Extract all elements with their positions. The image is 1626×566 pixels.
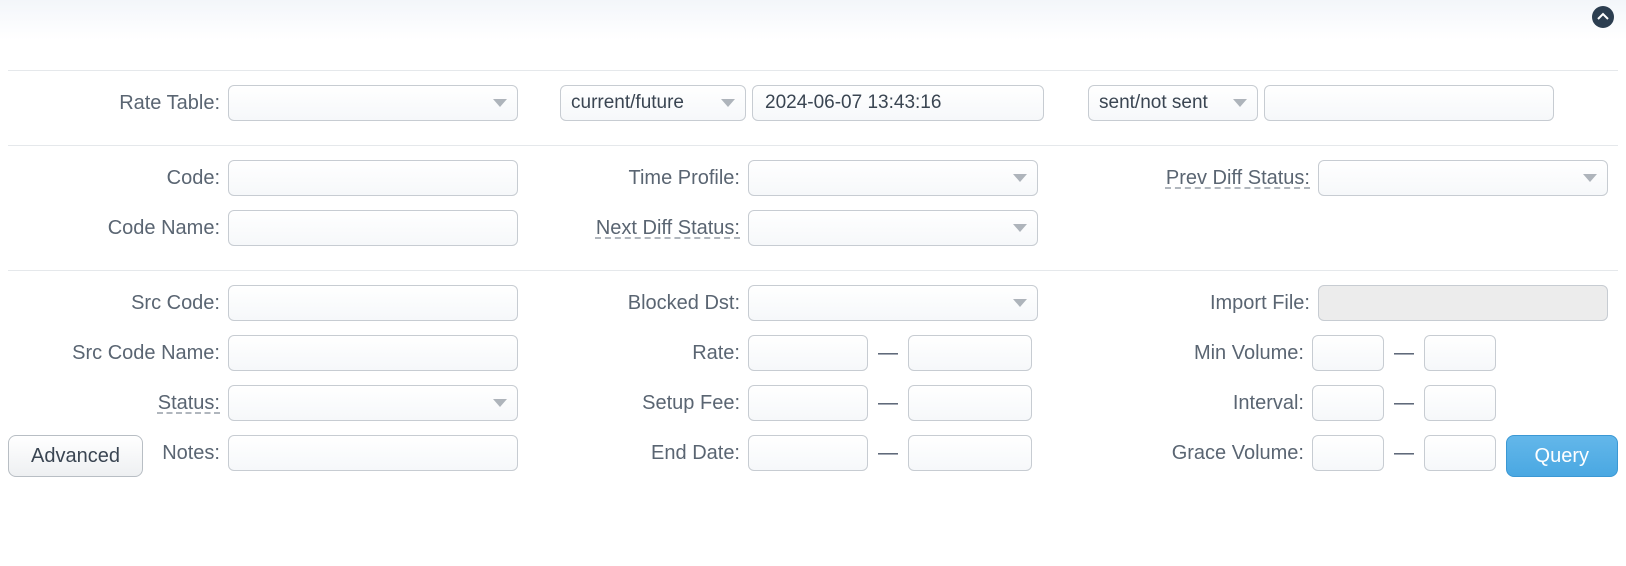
rate-to-input[interactable] xyxy=(908,335,1032,371)
setup-fee-label: Setup Fee: xyxy=(518,392,748,415)
section-middle: Code: Time Profile: Prev Diff Status: xyxy=(8,145,1618,270)
code-input[interactable] xyxy=(228,160,518,196)
datetime-field[interactable] xyxy=(763,86,1033,120)
rate-table-label: Rate Table: xyxy=(8,92,228,115)
blocked-dst-combo[interactable] xyxy=(748,285,1038,321)
src-code-input[interactable] xyxy=(228,285,518,321)
prev-diff-status-label: Prev Diff Status: xyxy=(1038,167,1318,190)
next-diff-status-combo[interactable] xyxy=(748,210,1038,246)
chevron-down-icon xyxy=(1013,224,1027,232)
interval-label: Interval: xyxy=(1032,392,1312,415)
range-dash: — xyxy=(1384,392,1424,415)
import-file-input xyxy=(1318,285,1608,321)
advanced-button[interactable]: Advanced xyxy=(8,435,143,477)
chevron-down-icon xyxy=(721,99,735,107)
rate-table-combo[interactable] xyxy=(228,85,518,121)
footer: Advanced Query xyxy=(8,435,1618,477)
chevron-down-icon xyxy=(493,99,507,107)
time-profile-combo[interactable] xyxy=(748,160,1038,196)
chevron-up-icon xyxy=(1597,11,1609,23)
src-code-label: Src Code: xyxy=(8,292,228,315)
code-label: Code: xyxy=(8,167,228,190)
rate-label: Rate: xyxy=(518,342,748,365)
status-combo[interactable] xyxy=(228,385,518,421)
query-button[interactable]: Query xyxy=(1506,435,1618,477)
collapse-button[interactable] xyxy=(1592,6,1614,28)
interval-to-input[interactable] xyxy=(1424,385,1496,421)
code-name-label: Code Name: xyxy=(8,217,228,240)
search-panel: Rate Table: current/future sent xyxy=(0,0,1626,505)
range-dash: — xyxy=(868,392,908,415)
chevron-down-icon xyxy=(1583,174,1597,182)
setup-fee-from-input[interactable] xyxy=(748,385,868,421)
range-dash: — xyxy=(868,342,908,365)
section-top: Rate Table: current/future sent xyxy=(8,70,1618,145)
prev-diff-status-combo[interactable] xyxy=(1318,160,1608,196)
min-volume-to-input[interactable] xyxy=(1424,335,1496,371)
chevron-down-icon xyxy=(493,399,507,407)
min-volume-label: Min Volume: xyxy=(1032,342,1312,365)
code-name-input[interactable] xyxy=(228,210,518,246)
time-scope-combo[interactable]: current/future xyxy=(560,85,746,121)
src-code-name-label: Src Code Name: xyxy=(8,342,228,365)
min-volume-from-input[interactable] xyxy=(1312,335,1384,371)
datetime-input[interactable] xyxy=(752,85,1044,121)
sent-filter-combo[interactable]: sent/not sent xyxy=(1088,85,1258,121)
time-scope-value: current/future xyxy=(571,92,713,114)
import-file-label: Import File: xyxy=(1038,292,1318,315)
rate-from-input[interactable] xyxy=(748,335,868,371)
sent-extra-field[interactable] xyxy=(1275,86,1543,120)
range-dash: — xyxy=(1384,342,1424,365)
sent-extra-input[interactable] xyxy=(1264,85,1554,121)
time-profile-label: Time Profile: xyxy=(518,167,748,190)
chevron-down-icon xyxy=(1013,299,1027,307)
interval-from-input[interactable] xyxy=(1312,385,1384,421)
blocked-dst-label: Blocked Dst: xyxy=(518,292,748,315)
next-diff-status-label: Next Diff Status: xyxy=(518,217,748,240)
setup-fee-to-input[interactable] xyxy=(908,385,1032,421)
src-code-name-input[interactable] xyxy=(228,335,518,371)
status-label: Status: xyxy=(8,392,228,415)
chevron-down-icon xyxy=(1233,99,1247,107)
chevron-down-icon xyxy=(1013,174,1027,182)
sent-filter-value: sent/not sent xyxy=(1099,92,1225,114)
